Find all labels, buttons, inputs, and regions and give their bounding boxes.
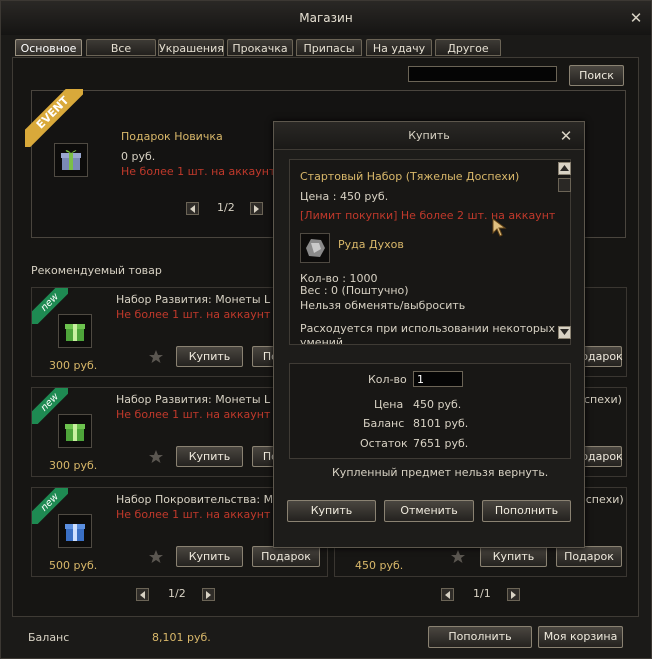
event-ribbon: EVENT <box>25 89 83 147</box>
next-arrow-icon[interactable] <box>202 588 215 601</box>
product-name[interactable]: Набор Покровительства: Моне <box>116 493 294 506</box>
search-button[interactable]: Поиск <box>569 65 624 86</box>
price-value: 450 руб. <box>413 398 462 411</box>
favorite-star-icon[interactable] <box>451 550 465 564</box>
dialog-close-icon[interactable]: ✕ <box>559 129 573 144</box>
dialog-topup-button[interactable]: Пополнить <box>482 500 571 522</box>
product-price: 300 руб. <box>49 359 98 372</box>
recommended-heading: Рекомендуемый товар <box>31 264 162 277</box>
favorite-star-icon[interactable] <box>149 450 163 464</box>
tab-other[interactable]: Другое <box>435 39 501 56</box>
favorite-star-icon[interactable] <box>149 550 163 564</box>
green-gift-icon[interactable] <box>58 314 92 348</box>
buy-button[interactable]: Купить <box>480 546 547 567</box>
dialog-title: Купить <box>408 129 450 142</box>
dialog-limit-line: [Лимит покупки] Не более 2 шт. на аккаун… <box>300 209 556 222</box>
no-refund-notice: Купленный предмет нельзя вернуть. <box>332 466 549 479</box>
purchase-dialog: Купить ✕ Стартовый Набор (Тяжелые Доспех… <box>273 121 585 548</box>
scroll-up-icon[interactable] <box>558 162 571 175</box>
component-weight: Вес : 0 (Поштучно) <box>300 284 409 297</box>
purchase-summary-panel: Кол-во Цена 450 руб. Баланс 8101 руб. Ос… <box>289 363 571 459</box>
price-label: Цена <box>374 398 404 411</box>
event-item-price: 0 руб. <box>121 150 156 163</box>
tab-supplies[interactable]: Припасы <box>296 39 362 56</box>
buy-button[interactable]: Купить <box>176 546 243 567</box>
tab-accessories[interactable]: Украшения <box>158 39 224 56</box>
tab-leveling[interactable]: Прокачка <box>227 39 293 56</box>
balance-value: 8101 руб. <box>413 417 469 430</box>
gift-box-icon[interactable] <box>54 143 88 177</box>
balance-label: Баланс <box>28 631 70 644</box>
tab-main[interactable]: Основное <box>15 39 82 56</box>
scrollbar-thumb[interactable] <box>558 178 571 192</box>
event-badge: EVENT <box>25 89 83 147</box>
dialog-cancel-button[interactable]: Отменить <box>384 500 474 522</box>
close-icon[interactable]: ✕ <box>629 11 643 26</box>
dialog-price-line: Цена : 450 руб. <box>300 190 389 203</box>
dialog-item-title: Стартовый Набор (Тяжелые Доспехи) <box>300 170 520 183</box>
product-name[interactable]: Набор Развития: Монеты L <box>116 293 270 306</box>
dialog-title-bar[interactable]: Купить <box>274 122 584 150</box>
green-gift-icon[interactable] <box>58 414 92 448</box>
product-price: 450 руб. <box>355 559 404 572</box>
qty-label: Кол-во <box>368 373 407 386</box>
product-limit: Не более 1 шт. на аккаунт за <box>116 508 287 521</box>
spirit-ore-icon[interactable] <box>300 233 330 263</box>
product-name[interactable]: Набор Развития: Монеты L <box>116 393 270 406</box>
window-title: Магазин <box>299 11 353 25</box>
favorite-star-icon[interactable] <box>149 350 163 364</box>
title-bar[interactable]: Магазин <box>1 1 651 35</box>
product-limit: Не более 1 шт. на аккаунт <box>116 308 271 321</box>
product-price: 300 руб. <box>49 459 98 472</box>
buy-button[interactable]: Купить <box>176 346 243 367</box>
prev-arrow-icon[interactable] <box>186 202 199 215</box>
left-page-indicator: 1/2 <box>168 587 186 600</box>
event-item-name[interactable]: Подарок Новичка <box>121 130 223 143</box>
product-name-tail: оспехи) <box>579 493 624 506</box>
gift-button[interactable]: Подарок <box>252 546 320 567</box>
qty-input[interactable] <box>413 371 463 387</box>
tab-luck[interactable]: На удачу <box>366 39 432 56</box>
cart-button[interactable]: Моя корзина <box>538 626 623 648</box>
item-details-panel: Стартовый Набор (Тяжелые Доспехи) Цена :… <box>289 159 571 345</box>
tab-all[interactable]: Все <box>86 39 156 56</box>
next-arrow-icon[interactable] <box>507 588 520 601</box>
next-arrow-icon[interactable] <box>250 202 263 215</box>
shop-window: Магазин ✕ Основное Все Украшения Прокачк… <box>0 0 652 659</box>
balance-label: Баланс <box>363 417 405 430</box>
component-desc: Расходуется при использовании некоторых <box>300 322 556 335</box>
topup-button[interactable]: Пополнить <box>428 626 532 648</box>
product-limit: Не более 1 шт. на аккаунт <box>116 408 271 421</box>
cursor-icon <box>492 218 507 237</box>
component-desc-cont: умений <box>300 336 344 344</box>
remaining-label: Остаток <box>360 437 408 450</box>
dialog-buy-button[interactable]: Купить <box>287 500 376 522</box>
prev-arrow-icon[interactable] <box>441 588 454 601</box>
event-page-indicator: 1/2 <box>217 201 235 214</box>
product-name-tail: спехи) <box>584 393 622 406</box>
gift-button[interactable]: Подарок <box>556 546 622 567</box>
right-page-indicator: 1/1 <box>473 587 491 600</box>
component-name: Руда Духов <box>338 238 404 251</box>
scroll-down-icon[interactable] <box>558 326 571 339</box>
event-item-limit: Не более 1 шт. на аккаунт <box>121 165 276 178</box>
search-input[interactable] <box>408 66 557 82</box>
buy-button[interactable]: Купить <box>176 446 243 467</box>
remaining-value: 7651 руб. <box>413 437 469 450</box>
component-trade: Нельзя обменять/выбросить <box>300 299 466 312</box>
product-price: 500 руб. <box>49 559 98 572</box>
blue-gift-icon[interactable] <box>58 514 92 548</box>
prev-arrow-icon[interactable] <box>136 588 149 601</box>
balance-value: 8,101 руб. <box>152 631 211 644</box>
